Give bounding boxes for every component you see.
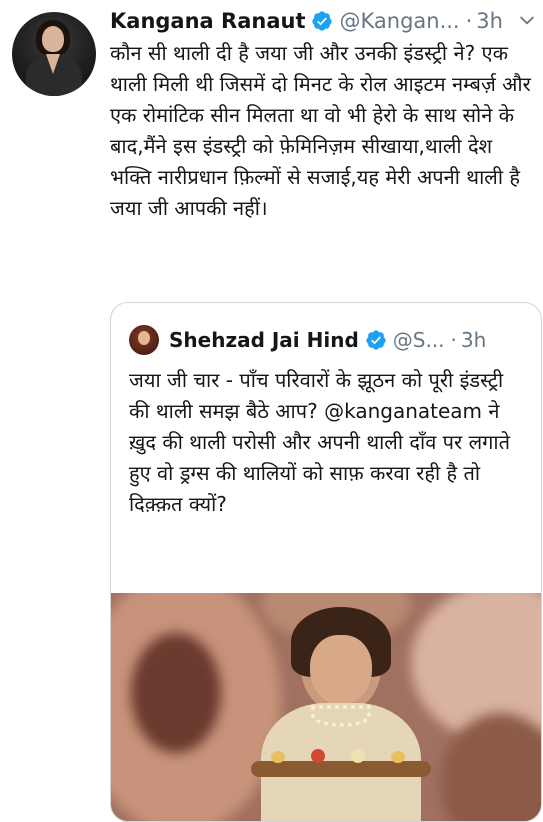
quoted-tweet-timestamp: 3h: [460, 328, 487, 352]
tweet-timestamp[interactable]: 3h: [476, 9, 503, 33]
quoted-author-avatar: [129, 325, 159, 355]
separator-dot: ·: [465, 9, 473, 33]
quoted-tweet-text: जया जी चार - पाँच परिवारों के झूठन को पू…: [129, 368, 510, 516]
tweet-header: Kangana Ranaut @Kangan... · 3h: [110, 6, 533, 36]
quoted-tweet-image[interactable]: [111, 593, 541, 821]
verified-badge-icon: [312, 11, 333, 31]
quoted-tweet[interactable]: Shehzad Jai Hind @S... · 3h जया जी चार -…: [110, 302, 542, 822]
author-avatar[interactable]: [12, 12, 96, 96]
quoted-author-handle: @S...: [392, 328, 445, 352]
author-handle[interactable]: @Kangan...: [339, 9, 459, 33]
quoted-tweet-header: Shehzad Jai Hind @S... · 3h: [129, 323, 529, 357]
separator-dot: ·: [450, 328, 457, 352]
quoted-author-name: Shehzad Jai Hind: [169, 328, 359, 352]
chevron-down-icon[interactable]: [517, 10, 537, 30]
verified-badge-icon: [366, 330, 386, 350]
author-name[interactable]: Kangana Ranaut: [110, 9, 305, 33]
tweet[interactable]: Kangana Ranaut @Kangan... · 3h कौन सी था…: [0, 0, 543, 822]
tweet-text: कौन सी थाली दी है जया जी और उनकी इंडस्ट्…: [110, 41, 531, 220]
